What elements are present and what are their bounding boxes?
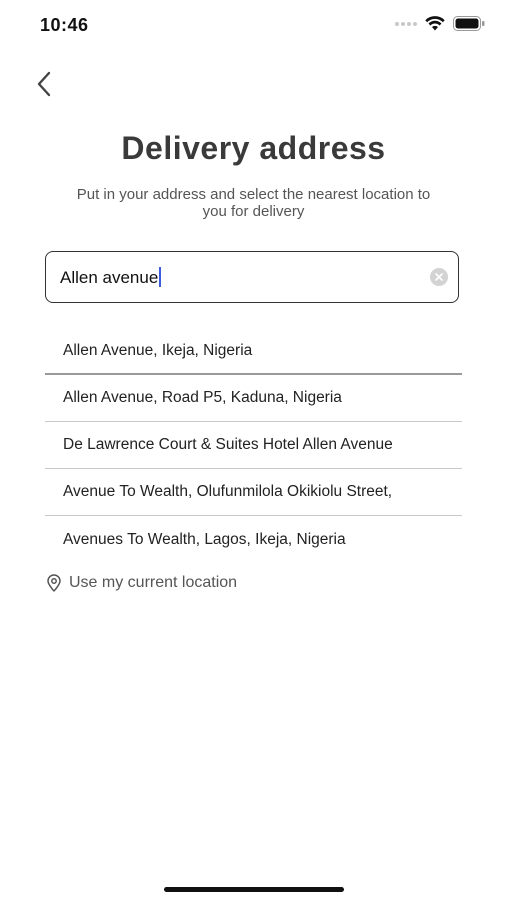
clear-icon xyxy=(435,273,443,281)
clear-search-button[interactable] xyxy=(430,268,448,286)
suggestion-item[interactable]: Avenue To Wealth, Olufunmilola Okikiolu … xyxy=(45,469,462,516)
status-time: 10:46 xyxy=(40,15,89,35)
search-input-value: Allen avenue xyxy=(60,268,159,287)
suggestion-label: Allen Avenue, Road P5, Kaduna, Nigeria xyxy=(63,389,342,406)
address-search-input[interactable]: Allen avenue xyxy=(45,251,459,303)
suggestion-label: Avenues To Wealth, Lagos, Ikeja, Nigeria xyxy=(63,530,346,548)
back-button[interactable] xyxy=(28,68,60,100)
home-indicator[interactable] xyxy=(164,887,344,892)
suggestion-label: Allen Avenue, Ikeja, Nigeria xyxy=(63,341,253,359)
page-title: Delivery address xyxy=(121,130,386,166)
chevron-left-icon xyxy=(37,71,51,97)
suggestion-label: De Lawrence Court & Suites Hotel Allen A… xyxy=(63,436,393,453)
suggestion-list: Allen Avenue, Ikeja, Nigeria Allen Avenu… xyxy=(45,328,462,563)
suggestion-item[interactable]: Allen Avenue, Ikeja, Nigeria xyxy=(45,328,462,375)
status-bar: 10:46 xyxy=(0,0,507,50)
suggestion-label: Avenue To Wealth, Olufunmilola Okikiolu … xyxy=(63,483,393,500)
text-caret xyxy=(159,267,162,287)
location-pin-icon xyxy=(47,574,61,592)
status-icons xyxy=(395,16,485,31)
search-input-value-wrapper: Allen avenue xyxy=(60,267,162,288)
battery-icon xyxy=(453,16,485,31)
use-current-location-button[interactable]: Use my current location xyxy=(46,574,237,592)
signal-icon xyxy=(395,21,417,26)
page-subtitle: Put in your address and select the neare… xyxy=(76,186,431,220)
suggestion-item[interactable]: Avenues To Wealth, Lagos, Ikeja, Nigeria xyxy=(45,516,462,563)
suggestion-item[interactable]: Allen Avenue, Road P5, Kaduna, Nigeria xyxy=(45,375,462,422)
wifi-icon xyxy=(425,16,445,31)
suggestion-item[interactable]: De Lawrence Court & Suites Hotel Allen A… xyxy=(45,422,462,469)
current-location-label: Use my current location xyxy=(69,574,238,591)
